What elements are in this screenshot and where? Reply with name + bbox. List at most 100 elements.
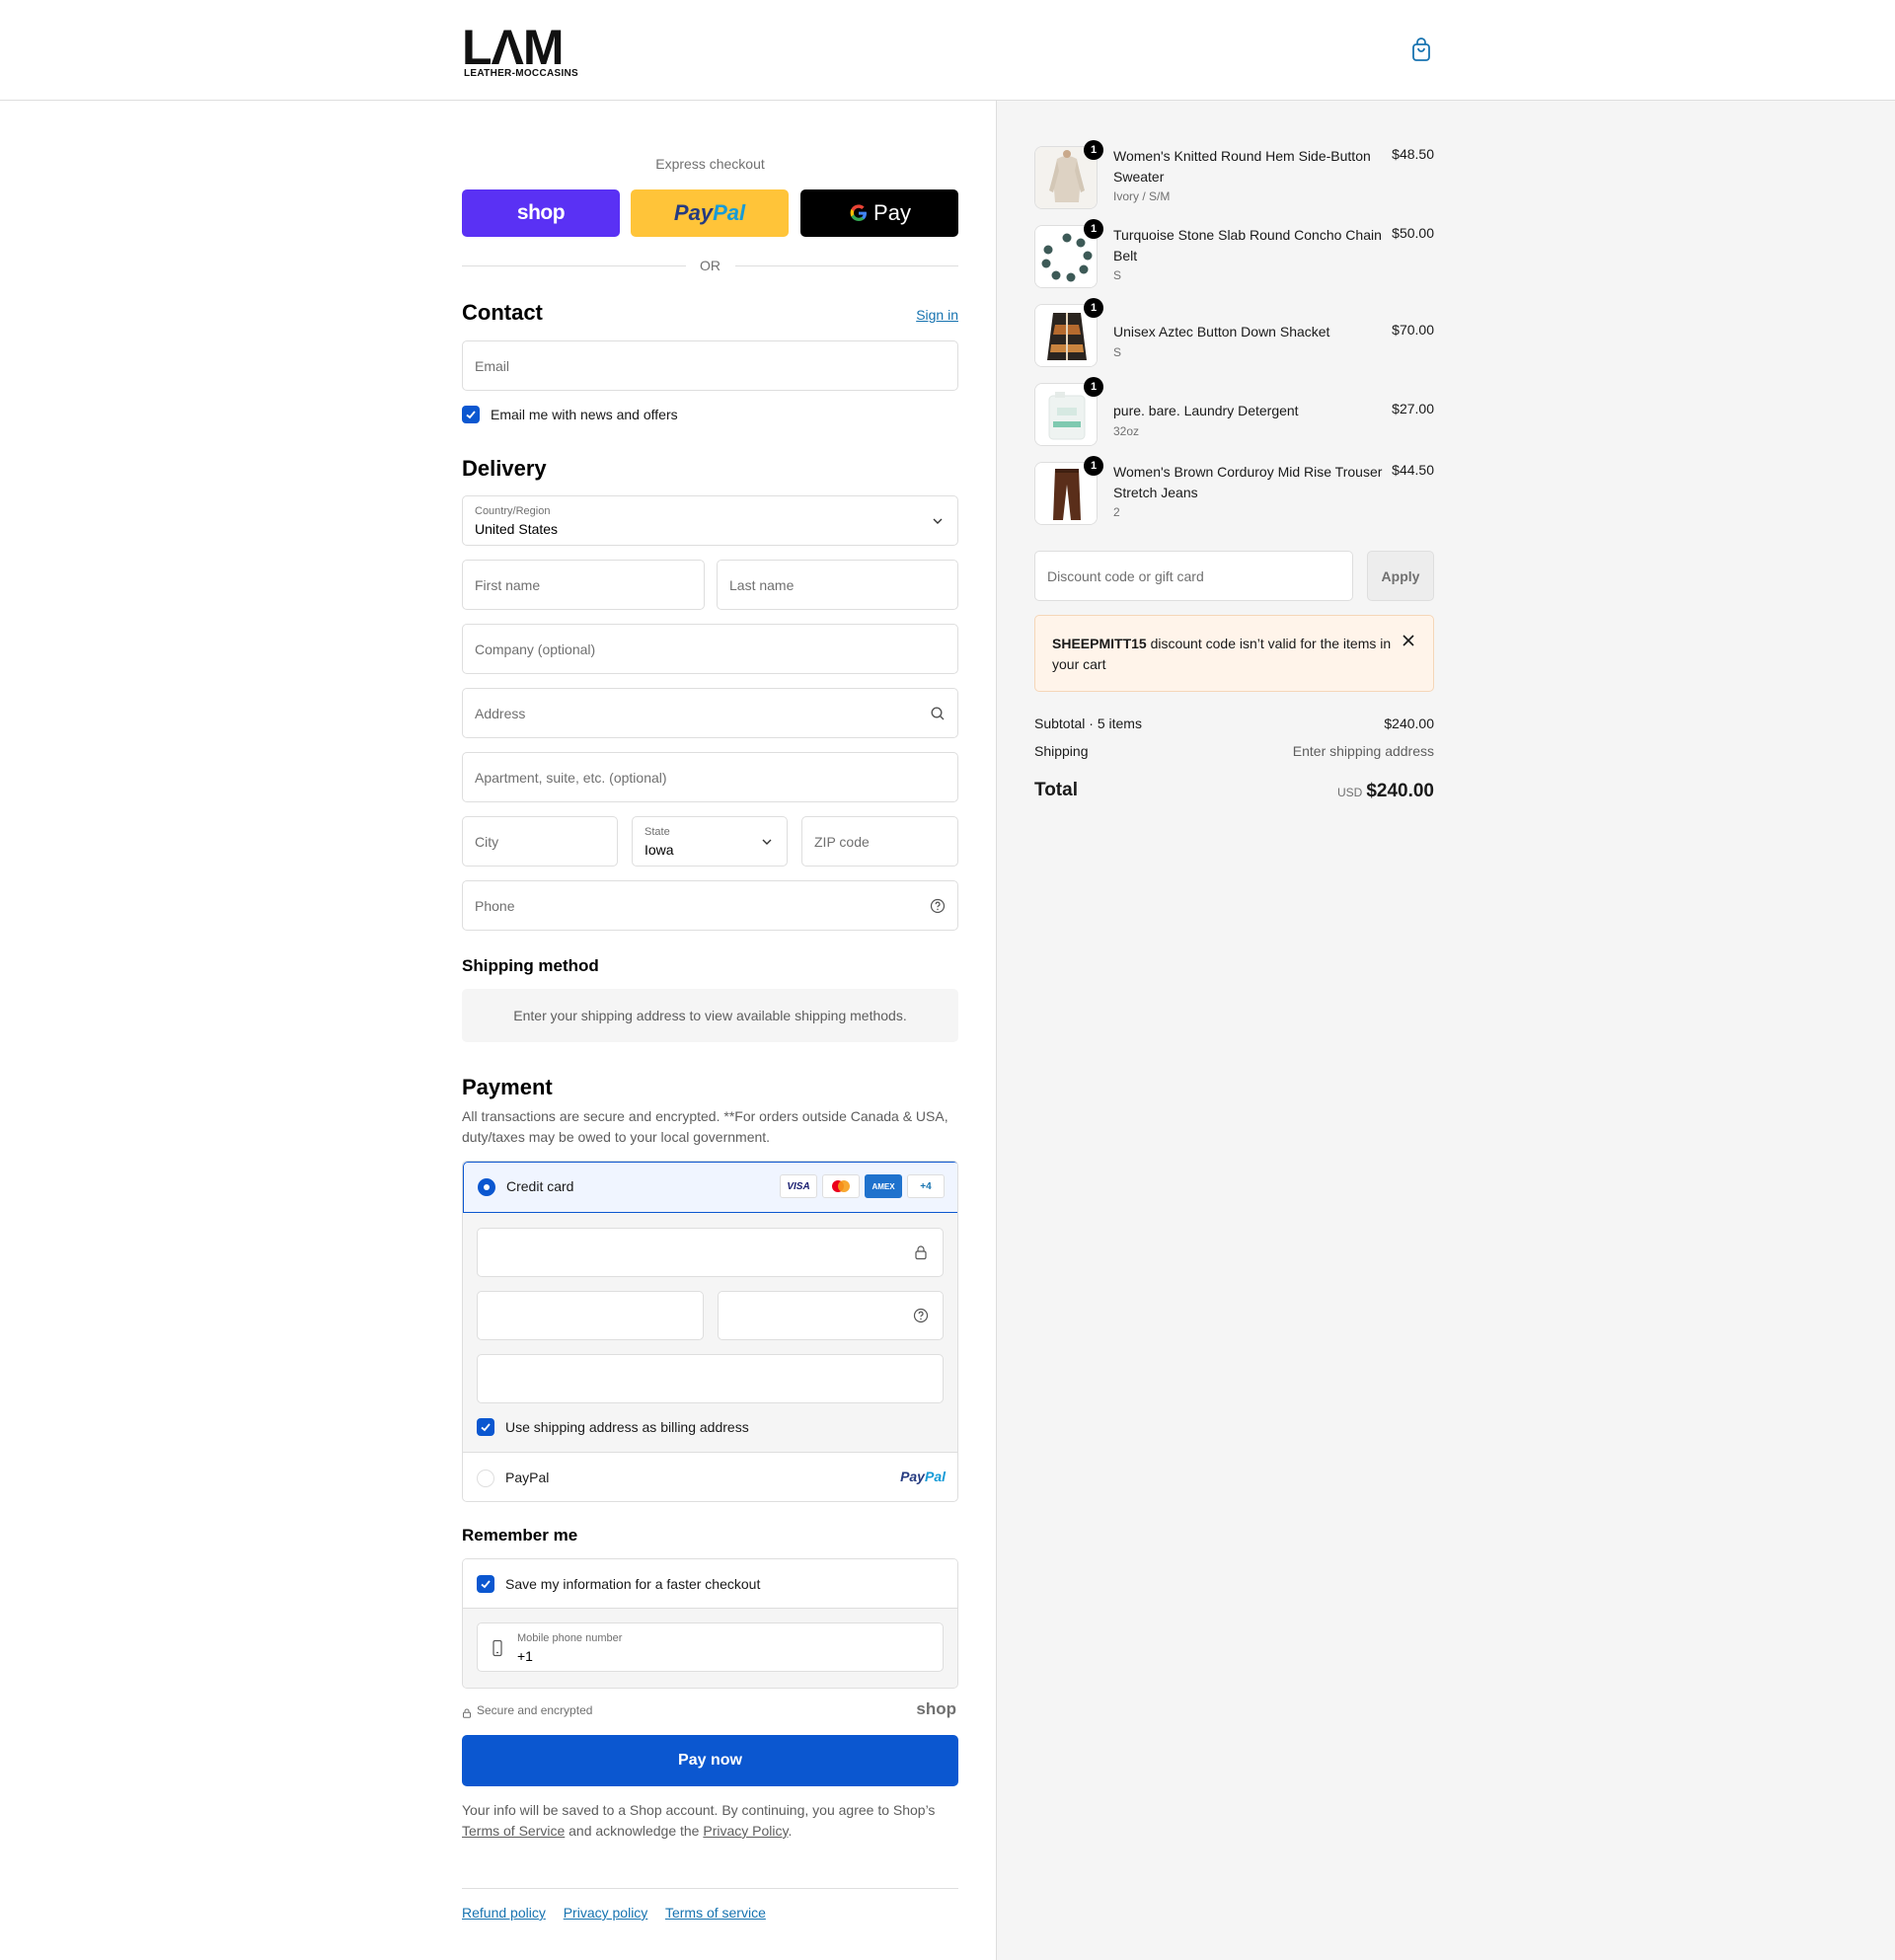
remember-me-title: Remember me xyxy=(462,1526,578,1545)
shipping-label: Shipping xyxy=(1034,743,1089,759)
search-icon xyxy=(930,706,946,721)
pay-now-button[interactable]: Pay now xyxy=(462,1735,958,1786)
email-field[interactable]: Email xyxy=(462,340,958,391)
phone-field[interactable]: Phone xyxy=(462,880,958,931)
legal-text-part2: and acknowledge the xyxy=(568,1823,700,1839)
close-icon[interactable] xyxy=(1402,634,1415,652)
shop-pay-label: shop xyxy=(516,201,566,224)
total-amount: USD $240.00 xyxy=(1337,781,1434,802)
discount-code-field[interactable]: Discount code or gift card xyxy=(1034,551,1353,601)
billing-checkbox[interactable] xyxy=(477,1418,494,1436)
save-info-checkbox[interactable] xyxy=(477,1575,494,1593)
privacy-policy-link[interactable]: Privacy Policy xyxy=(703,1823,788,1839)
paypal-label-part2: Pal xyxy=(713,200,746,225)
zip-field[interactable]: ZIP code xyxy=(801,816,958,867)
paypal-button[interactable]: Pay Pal xyxy=(631,189,789,237)
apartment-field[interactable]: Apartment, suite, etc. (optional) xyxy=(462,752,958,802)
quantity-badge: 1 xyxy=(1084,456,1103,476)
delivery-title: Delivery xyxy=(462,456,547,481)
paypal-label-part1: Pay xyxy=(673,200,714,225)
name-on-card-field[interactable] xyxy=(477,1354,944,1403)
discount-error-message: SHEEPMITT15 discount code isn’t valid fo… xyxy=(1052,634,1393,675)
product-variant: Ivory / S/M xyxy=(1113,189,1171,203)
product-price: $70.00 xyxy=(1392,322,1434,338)
billing-checkbox-label: Use shipping address as billing address xyxy=(505,1419,749,1435)
product-price: $44.50 xyxy=(1392,462,1434,478)
city-field[interactable]: City xyxy=(462,816,618,867)
shop-logo: shop xyxy=(916,1699,956,1718)
secure-text: Secure and encrypted xyxy=(477,1703,593,1717)
discount-error-banner: SHEEPMITT15 discount code isn’t valid fo… xyxy=(1034,615,1434,692)
legal-text-part1: Your info will be saved to a Shop accoun… xyxy=(462,1802,936,1818)
store-logo[interactable]: LΛM LEATHER-MOCCASINS xyxy=(462,23,586,81)
help-circle-icon[interactable] xyxy=(930,898,946,914)
logo-tagline: LEATHER-MOCCASINS xyxy=(464,68,579,79)
credit-card-option[interactable]: Credit card VISA AMEX +4 xyxy=(463,1162,957,1213)
mastercard-badge xyxy=(822,1174,860,1198)
google-pay-label: Pay xyxy=(873,200,911,225)
cart-bag-icon[interactable] xyxy=(1409,38,1433,63)
shipping-method-message: Enter your shipping address to view avai… xyxy=(462,989,958,1042)
state-label: State xyxy=(644,826,670,838)
terms-of-service-link[interactable]: Terms of Service xyxy=(462,1823,565,1839)
cart-item: 1 Unisex Aztec Button Down Shacket S $70… xyxy=(1034,298,1434,367)
state-select[interactable]: State Iowa xyxy=(632,816,788,867)
country-label: Country/Region xyxy=(475,505,551,517)
first-name-field[interactable]: First name xyxy=(462,560,705,610)
product-variant: S xyxy=(1113,345,1122,359)
legal-text-part3: . xyxy=(788,1823,793,1839)
mobile-phone-icon xyxy=(490,1639,505,1662)
phone-placeholder: Phone xyxy=(475,898,515,914)
news-checkbox[interactable] xyxy=(462,406,480,423)
product-name: Turquoise Stone Slab Round Concho Chain … xyxy=(1113,227,1382,264)
legal-text: Your info will be saved to a Shop accoun… xyxy=(462,1800,958,1842)
shop-pay-button[interactable]: shop xyxy=(462,189,620,237)
address-field[interactable]: Address xyxy=(462,688,958,738)
cart-item: 1 Turquoise Stone Slab Round Concho Chai… xyxy=(1034,219,1434,288)
mobile-phone-field[interactable]: Mobile phone number +1 xyxy=(477,1622,944,1672)
credit-card-radio[interactable] xyxy=(478,1178,495,1196)
privacy-policy-footer-link[interactable]: Privacy policy xyxy=(564,1905,648,1921)
amex-badge: AMEX xyxy=(865,1174,902,1198)
paypal-radio[interactable] xyxy=(477,1470,494,1487)
refund-policy-link[interactable]: Refund policy xyxy=(462,1905,546,1921)
google-g-icon xyxy=(848,202,870,224)
apply-discount-button[interactable]: Apply xyxy=(1367,551,1434,601)
quantity-badge: 1 xyxy=(1084,140,1103,160)
save-info-row: Save my information for a faster checkou… xyxy=(463,1559,957,1609)
total-currency: USD xyxy=(1336,786,1363,799)
terms-of-service-footer-link[interactable]: Terms of service xyxy=(665,1905,766,1921)
credit-card-label: Credit card xyxy=(506,1178,574,1194)
help-circle-icon[interactable] xyxy=(913,1308,929,1328)
total-label: Total xyxy=(1034,780,1078,800)
cart-item: 1 Women's Brown Corduroy Mid Rise Trouse… xyxy=(1034,456,1434,525)
product-name: Women's Knitted Round Hem Side-Button Sw… xyxy=(1113,148,1371,185)
payment-title: Payment xyxy=(462,1075,553,1099)
expiration-field[interactable] xyxy=(477,1291,704,1340)
sign-in-link[interactable]: Sign in xyxy=(916,307,958,323)
card-number-field[interactable] xyxy=(477,1228,944,1277)
last-name-field[interactable]: Last name xyxy=(717,560,958,610)
quantity-badge: 1 xyxy=(1084,219,1103,239)
product-price: $50.00 xyxy=(1392,225,1434,241)
country-value: United States xyxy=(475,521,559,537)
shipping-method-title: Shipping method xyxy=(462,956,599,975)
subtotal-value: $240.00 xyxy=(1384,716,1434,731)
or-text: OR xyxy=(700,258,720,273)
chevron-down-icon xyxy=(759,834,775,850)
cart-item: 1 pure. bare. Laundry Detergent 32oz $27… xyxy=(1034,377,1434,446)
quantity-badge: 1 xyxy=(1084,298,1103,318)
security-code-field[interactable] xyxy=(718,1291,944,1340)
more-cards-badge: +4 xyxy=(907,1174,945,1198)
product-variant: 2 xyxy=(1113,505,1120,519)
footer-links: Refund policy Privacy policy Terms of se… xyxy=(462,1905,780,1921)
lock-icon xyxy=(462,1705,472,1723)
paypal-option[interactable]: PayPal PayPal xyxy=(463,1453,957,1501)
lock-icon xyxy=(913,1244,929,1265)
contact-title: Contact xyxy=(462,300,543,325)
subtotal-label: Subtotal · 5 items xyxy=(1034,716,1142,731)
country-select[interactable]: Country/Region United States xyxy=(462,495,958,546)
google-pay-button[interactable]: Pay xyxy=(800,189,958,237)
company-field[interactable]: Company (optional) xyxy=(462,624,958,674)
shipping-row: Shipping Enter shipping address xyxy=(1034,743,1434,759)
